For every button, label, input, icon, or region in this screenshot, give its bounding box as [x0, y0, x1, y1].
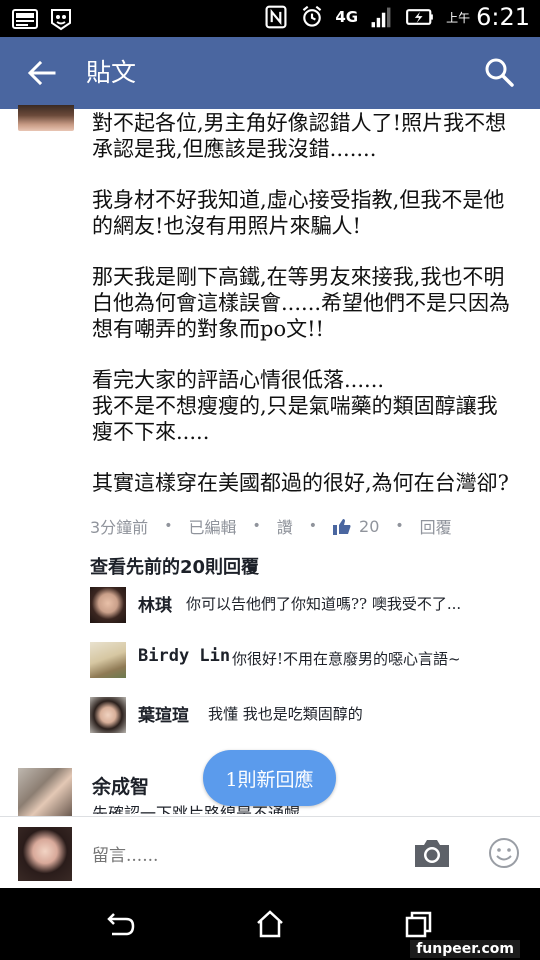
separator-dot: •	[308, 518, 318, 534]
status-bar: 4G 上午 6:21	[0, 0, 540, 37]
reply-avatar[interactable]	[90, 642, 126, 678]
nfc-icon	[265, 5, 287, 29]
signal-icon	[371, 7, 391, 28]
reply-item: 葉瑄瑄 我懂 我也是吃類固醇的	[90, 697, 530, 737]
reply-avatar[interactable]	[90, 587, 126, 623]
search-icon[interactable]	[484, 57, 514, 87]
post-paragraph: 看完大家的評語心情很低落...... 我不是不想瘦瘦的,只是氣喘藥的類固醇讓我瘦…	[92, 368, 498, 444]
post-body: 對不起各位,男主角好像認錯人了!照片我不想承認是我,但應該是我沒錯.......…	[92, 110, 512, 496]
separator-dot: •	[164, 518, 173, 534]
post-paragraph: 那天我是剛下高鐵,在等男友來接我,我也不明白他為何會這樣誤會......希望他們…	[92, 265, 511, 341]
post-time: 3分鐘前	[90, 518, 149, 537]
app-icon	[51, 9, 71, 31]
like-count[interactable]: 20	[359, 517, 379, 536]
smiley-icon[interactable]	[488, 837, 520, 869]
user-avatar	[18, 827, 72, 881]
alarm-icon	[303, 5, 322, 27]
comment-composer	[0, 816, 540, 888]
comment-author-avatar[interactable]	[18, 768, 72, 816]
time-ampm: 上午	[446, 10, 471, 25]
battery-charging-icon	[406, 9, 433, 25]
reply-avatar[interactable]	[90, 697, 126, 733]
reply-item: 林琪 你可以告他們了你知道嗎?? 噢我受不了...	[90, 587, 530, 627]
reply-item: Birdy Lin 你很好!不用在意廢男的噁心言語~	[90, 642, 530, 682]
reply-author-name[interactable]: 林琪	[138, 591, 172, 616]
status-time: 6:21	[476, 3, 530, 31]
image-icon	[12, 9, 38, 29]
back-arrow-icon[interactable]	[26, 59, 58, 87]
reply-text: 我懂 我也是吃類固醇的	[208, 705, 363, 723]
view-previous-replies-link[interactable]: 查看先前的20則回覆	[90, 553, 259, 579]
network-4g-icon: 4G	[335, 8, 359, 26]
comment-author-name[interactable]: 余成智	[92, 772, 149, 799]
separator-dot: •	[252, 518, 261, 534]
thumbs-up-icon	[333, 518, 351, 535]
camera-icon[interactable]	[412, 837, 452, 869]
reply-author-name[interactable]: 葉瑄瑄	[138, 701, 189, 726]
back-nav-icon[interactable]	[106, 910, 136, 938]
watermark: funpeer.com	[410, 940, 520, 958]
reply-text: 你可以告他們了你知道嗎?? 噢我受不了...	[186, 595, 462, 613]
post-meta: 3分鐘前 • 已編輯 • 讚 • 20 • 回覆	[90, 514, 452, 538]
comment-input[interactable]	[92, 841, 392, 871]
post-paragraph: 其實這樣穿在美國都過的很好,為何在台灣卻?	[92, 471, 509, 495]
post-author-avatar[interactable]	[18, 105, 74, 131]
app-bar: 貼文	[0, 37, 540, 109]
page-title: 貼文	[86, 58, 137, 87]
reply-text: 你很好!不用在意廢男的噁心言語~	[232, 650, 461, 668]
system-nav-bar: funpeer.com	[0, 888, 540, 960]
home-nav-icon[interactable]	[255, 910, 285, 938]
new-replies-button[interactable]: 1則新回應	[203, 750, 336, 806]
post-paragraph: 對不起各位,男主角好像認錯人了!照片我不想承認是我,但應該是我沒錯.......	[92, 111, 507, 161]
separator-dot: •	[395, 518, 404, 534]
reply-button[interactable]: 回覆	[420, 514, 452, 538]
reply-author-name[interactable]: Birdy Lin	[138, 646, 230, 666]
like-button[interactable]: 讚	[277, 514, 293, 538]
edited-link[interactable]: 已編輯	[188, 514, 236, 538]
recent-apps-icon[interactable]	[404, 910, 434, 938]
post-paragraph: 我身材不好我知道,虛心接受指教,但我不是他的網友!也沒有用照片來騙人!	[92, 188, 505, 238]
